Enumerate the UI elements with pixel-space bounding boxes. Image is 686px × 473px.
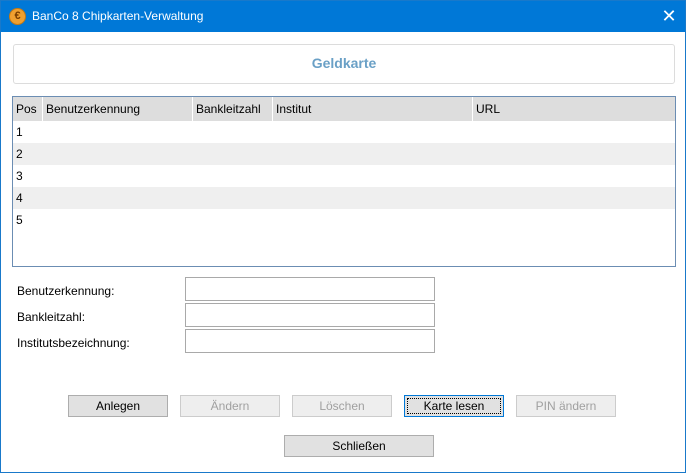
table-row[interactable]: 5 — [13, 209, 675, 231]
karte-lesen-button[interactable]: Karte lesen — [404, 395, 504, 417]
bankleitzahl-field[interactable] — [185, 303, 435, 327]
institutsbezeichnung-label: Institutsbezeichnung: — [17, 336, 130, 350]
page-title: Geldkarte — [311, 55, 377, 71]
card-data-table[interactable]: Pos Benutzerkennung Bankleitzahl Institu… — [12, 96, 676, 267]
column-header-institut[interactable]: Institut — [273, 97, 473, 121]
row-pos: 5 — [16, 213, 23, 227]
benutzerkennung-field[interactable] — [185, 277, 435, 301]
pin-aendern-button[interactable]: PIN ändern — [516, 395, 616, 417]
close-icon[interactable]: ✕ — [653, 1, 685, 32]
loeschen-button[interactable]: Löschen — [292, 395, 392, 417]
banco-euro-icon: € — [9, 8, 26, 25]
table-row[interactable]: 3 — [13, 165, 675, 187]
table-header: Pos Benutzerkennung Bankleitzahl Institu… — [13, 97, 675, 121]
row-pos: 4 — [16, 191, 23, 205]
benutzerkennung-label: Benutzerkennung: — [17, 284, 115, 298]
bankleitzahl-label: Bankleitzahl: — [17, 310, 86, 324]
column-header-pos[interactable]: Pos — [13, 97, 43, 121]
dialog-window: € BanCo 8 Chipkarten-Verwaltung ✕ Geldka… — [0, 0, 686, 473]
heading-panel: Geldkarte — [13, 44, 675, 84]
table-row[interactable]: 2 — [13, 143, 675, 165]
row-pos: 2 — [16, 147, 23, 161]
column-header-bankleitzahl[interactable]: Bankleitzahl — [193, 97, 273, 121]
table-row[interactable]: 1 — [13, 121, 675, 143]
anlegen-button[interactable]: Anlegen — [68, 395, 168, 417]
aendern-button[interactable]: Ändern — [180, 395, 280, 417]
column-header-benutzerkennung[interactable]: Benutzerkennung — [43, 97, 193, 121]
title-bar[interactable]: € BanCo 8 Chipkarten-Verwaltung ✕ — [1, 1, 685, 32]
row-pos: 3 — [16, 169, 23, 183]
table-row[interactable]: 4 — [13, 187, 675, 209]
institutsbezeichnung-field[interactable] — [185, 329, 435, 353]
window-title: BanCo 8 Chipkarten-Verwaltung — [32, 9, 204, 23]
schliessen-button[interactable]: Schließen — [284, 435, 434, 457]
row-pos: 1 — [16, 125, 23, 139]
column-header-url[interactable]: URL — [473, 97, 675, 121]
